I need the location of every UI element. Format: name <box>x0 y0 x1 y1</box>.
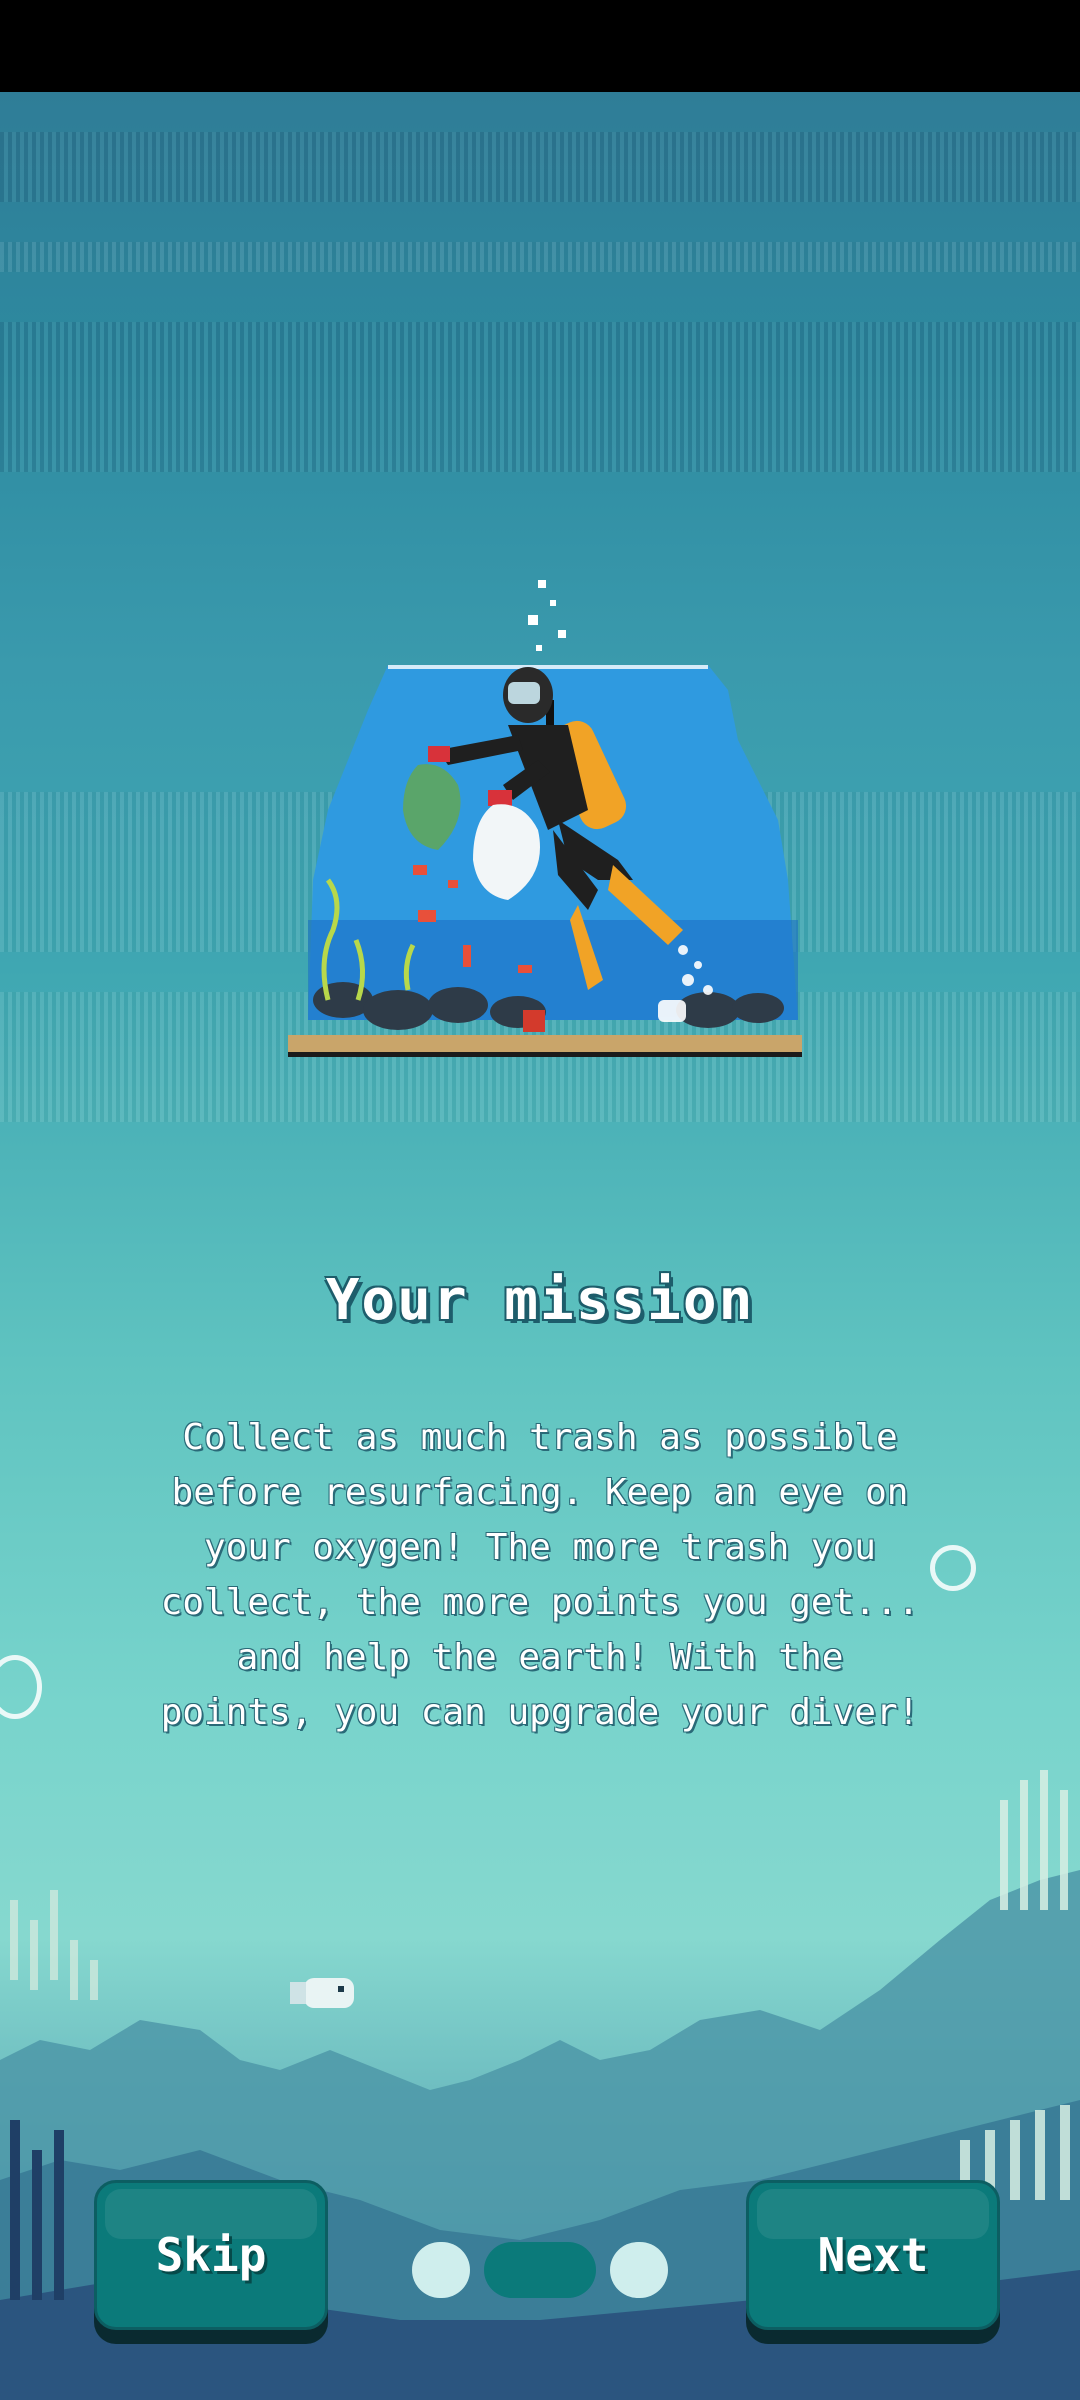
next-button-label: Next <box>817 2228 929 2282</box>
surface-bubbles <box>388 580 708 669</box>
onboarding-title: Your mission <box>325 1268 755 1333</box>
onboarding-description: Collect as much trash as possible before… <box>160 1417 920 1733</box>
diver-illustration <box>288 580 802 1057</box>
status-bar <box>0 0 1080 92</box>
onboarding-screen: Your mission Collect as much trash as po… <box>0 0 1080 2400</box>
coral-left <box>10 1890 98 2000</box>
page-dot-active[interactable] <box>484 2242 596 2298</box>
wave-band <box>0 242 1080 272</box>
bubble-icon <box>930 1545 976 1591</box>
fish-icon <box>290 1978 354 2008</box>
next-button[interactable]: Next <box>746 2180 1000 2330</box>
page-dot[interactable] <box>610 2242 668 2298</box>
wave-band <box>0 322 1080 472</box>
page-dot[interactable] <box>412 2242 470 2298</box>
wave-band <box>0 132 1080 202</box>
